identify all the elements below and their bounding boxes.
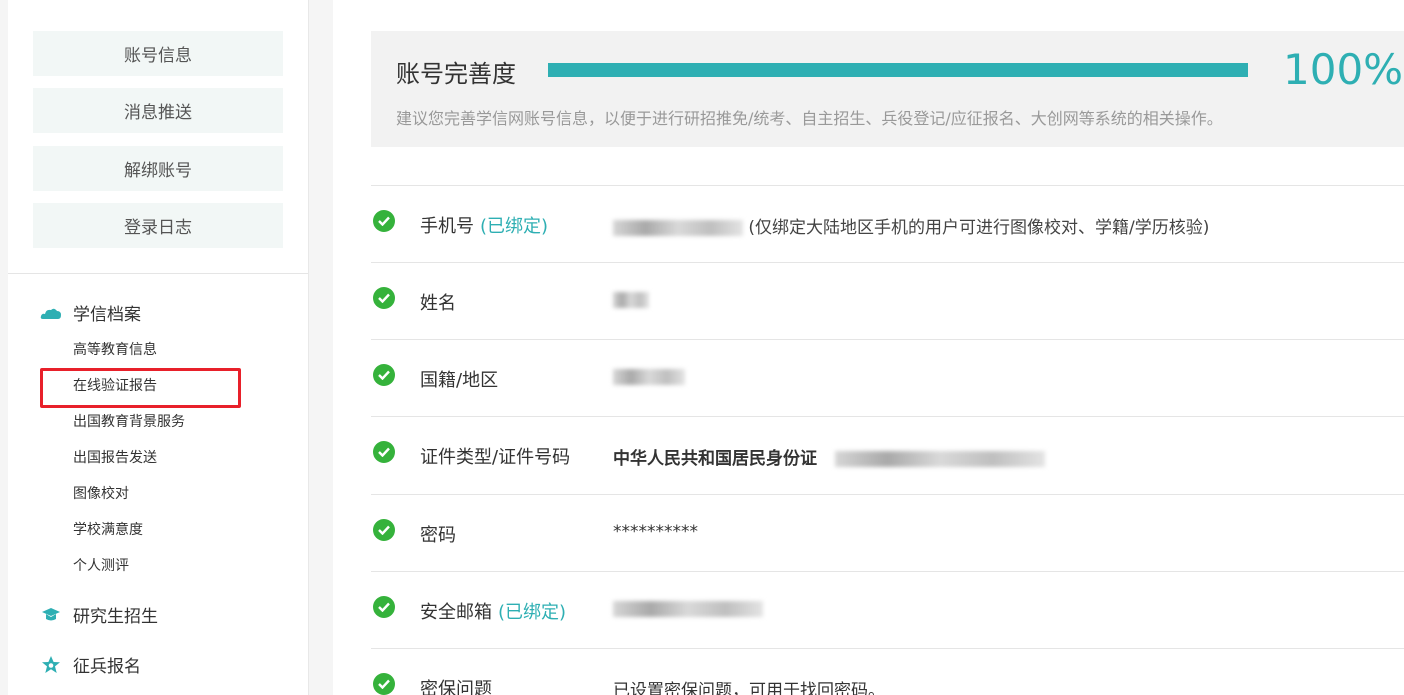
account-completeness-panel: 账号完善度 100% 建议您完善学信网账号信息，以便于进行研招推免/统考、自主招…	[371, 31, 1404, 147]
check-icon	[373, 210, 395, 232]
completeness-percent: 100%	[1283, 45, 1404, 94]
sidebar-item-overseas-education[interactable]: 出国教育背景服务	[73, 411, 185, 431]
check-icon	[373, 596, 395, 618]
sidebar-item-higher-education[interactable]: 高等教育信息	[73, 339, 157, 359]
main-content: 账号完善度 100% 建议您完善学信网账号信息，以便于进行研招推免/统考、自主招…	[333, 0, 1404, 695]
id-label: 证件类型/证件号码	[420, 447, 571, 468]
sidebar-item-image-proofread[interactable]: 图像校对	[73, 483, 129, 503]
id-value: 中华人民共和国居民身份证	[613, 444, 1045, 469]
section-xuexin-archive[interactable]: 学信档案	[40, 300, 141, 325]
security-question-value: 已设置密保问题，可用于找回密码。	[613, 681, 885, 695]
sidebar-divider	[8, 273, 308, 274]
cloud-icon	[40, 303, 62, 323]
account-info-button[interactable]: 账号信息	[33, 31, 283, 76]
completeness-description: 建议您完善学信网账号信息，以便于进行研招推免/统考、自主招生、兵役登记/应征报名…	[396, 109, 1223, 128]
completeness-title: 账号完善度	[396, 60, 516, 88]
bound-status: (已绑定)	[498, 602, 567, 623]
email-label: 安全邮箱	[420, 602, 492, 623]
row-password: 密码 **********	[371, 494, 1404, 571]
row-name: 姓名	[371, 262, 1404, 339]
redacted-phone	[613, 220, 743, 236]
row-id-document: 证件类型/证件号码 中华人民共和国居民身份证	[371, 416, 1404, 493]
row-nationality: 国籍/地区	[371, 339, 1404, 416]
phone-label: 手机号	[420, 216, 474, 237]
email-value	[613, 599, 763, 619]
section-title: 学信档案	[73, 305, 141, 325]
row-label: 手机号 (已绑定)	[420, 212, 548, 238]
check-icon	[373, 673, 395, 695]
check-icon	[373, 441, 395, 463]
nationality-label: 国籍/地区	[420, 370, 499, 391]
password-value: **********	[613, 522, 698, 542]
phone-note: (仅绑定大陆地区手机的用户可进行图像校对、学籍/学历核验)	[748, 218, 1210, 238]
row-security-question: 密保问题 已设置密保问题，可用于找回密码。	[371, 648, 1404, 695]
redacted-id-number	[834, 451, 1045, 467]
sidebar-item-school-satisfaction[interactable]: 学校满意度	[73, 519, 143, 539]
check-icon	[373, 287, 395, 309]
completeness-progress-bar	[548, 63, 1248, 77]
login-log-button[interactable]: 登录日志	[33, 203, 283, 248]
nationality-value	[613, 367, 685, 387]
completeness-progress-fill	[548, 63, 1248, 77]
name-value	[613, 290, 649, 310]
sidebar-item-overseas-report[interactable]: 出国报告发送	[73, 447, 157, 467]
star-badge-icon	[40, 655, 62, 675]
row-phone: 手机号 (已绑定) (仅绑定大陆地区手机的用户可进行图像校对、学籍/学历核验)	[371, 185, 1404, 262]
id-type: 中华人民共和国居民身份证	[613, 449, 817, 469]
check-icon	[373, 364, 395, 386]
graduation-cap-icon	[40, 605, 62, 625]
sidebar-item-personal-assessment[interactable]: 个人测评	[73, 555, 129, 575]
password-label: 密码	[420, 525, 456, 546]
row-label: 安全邮箱 (已绑定)	[420, 598, 566, 624]
name-label: 姓名	[420, 293, 456, 314]
sidebar-item-online-verification[interactable]: 在线验证报告	[73, 375, 157, 395]
unbind-account-button[interactable]: 解绑账号	[33, 146, 283, 191]
security-question-label: 密保问题	[420, 679, 492, 695]
redacted-nationality	[613, 369, 685, 385]
section-title: 研究生招生	[73, 607, 158, 627]
section-military-enlistment[interactable]: 征兵报名	[40, 652, 141, 677]
sidebar: 账号信息 消息推送 解绑账号 登录日志 学信档案 高等教育信息 在线验证报告 出…	[8, 0, 309, 695]
section-title: 征兵报名	[73, 657, 141, 677]
row-email: 安全邮箱 (已绑定)	[371, 571, 1404, 648]
message-push-button[interactable]: 消息推送	[33, 88, 283, 133]
phone-value: (仅绑定大陆地区手机的用户可进行图像校对、学籍/学历核验)	[613, 213, 1209, 238]
bound-status: (已绑定)	[480, 216, 549, 237]
redacted-email	[613, 601, 763, 617]
redacted-name	[613, 292, 649, 308]
section-graduate-admission[interactable]: 研究生招生	[40, 602, 158, 627]
check-icon	[373, 519, 395, 541]
